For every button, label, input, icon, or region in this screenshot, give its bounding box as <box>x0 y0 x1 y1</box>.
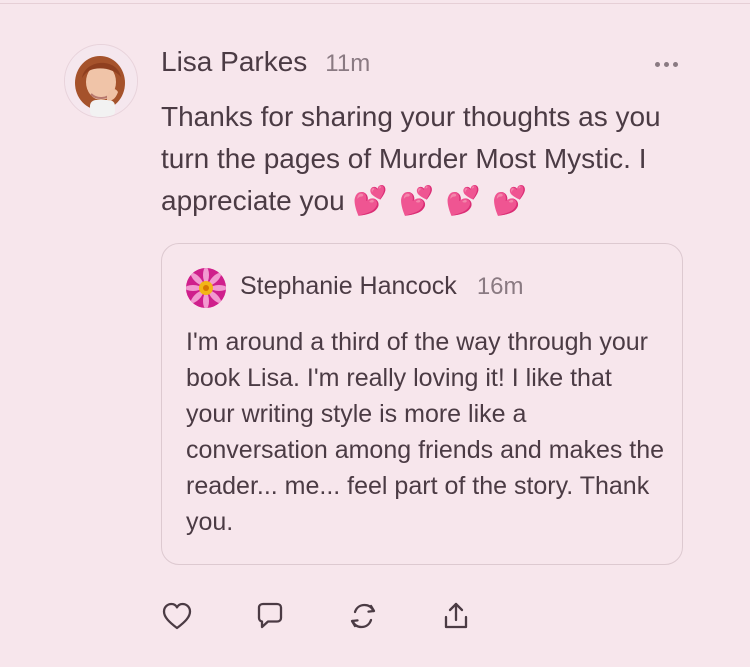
top-divider <box>0 3 750 4</box>
author-name[interactable]: Lisa Parkes <box>161 46 307 78</box>
author-avatar[interactable] <box>64 44 138 118</box>
restack-icon[interactable] <box>346 598 380 634</box>
post-actions <box>160 598 490 634</box>
more-dot <box>672 61 678 67</box>
post-body: Thanks for sharing your thoughts as you … <box>161 96 681 222</box>
more-icon[interactable] <box>650 52 682 76</box>
quoted-note-time: 16m <box>476 273 524 300</box>
more-dot <box>663 61 669 67</box>
quoted-note-card[interactable]: Stephanie Hancock 16m I'm around a third… <box>161 243 683 565</box>
more-dot <box>654 61 660 67</box>
speech-bubble-icon[interactable] <box>253 598 287 634</box>
share-icon[interactable] <box>439 598 473 634</box>
quoted-note-header: Stephanie Hancock 16m <box>240 272 524 306</box>
post-time: 11m <box>325 50 371 77</box>
quoted-note-text: I'm around a third of the way through yo… <box>186 328 665 536</box>
quoted-author-avatar[interactable] <box>186 268 226 308</box>
heart-emojis: 💕 💕 💕 💕 <box>352 185 530 216</box>
heart-icon[interactable] <box>160 598 194 634</box>
quoted-author-name[interactable]: Stephanie Hancock <box>240 272 457 301</box>
post-header: Lisa Parkes 11m <box>161 46 370 86</box>
